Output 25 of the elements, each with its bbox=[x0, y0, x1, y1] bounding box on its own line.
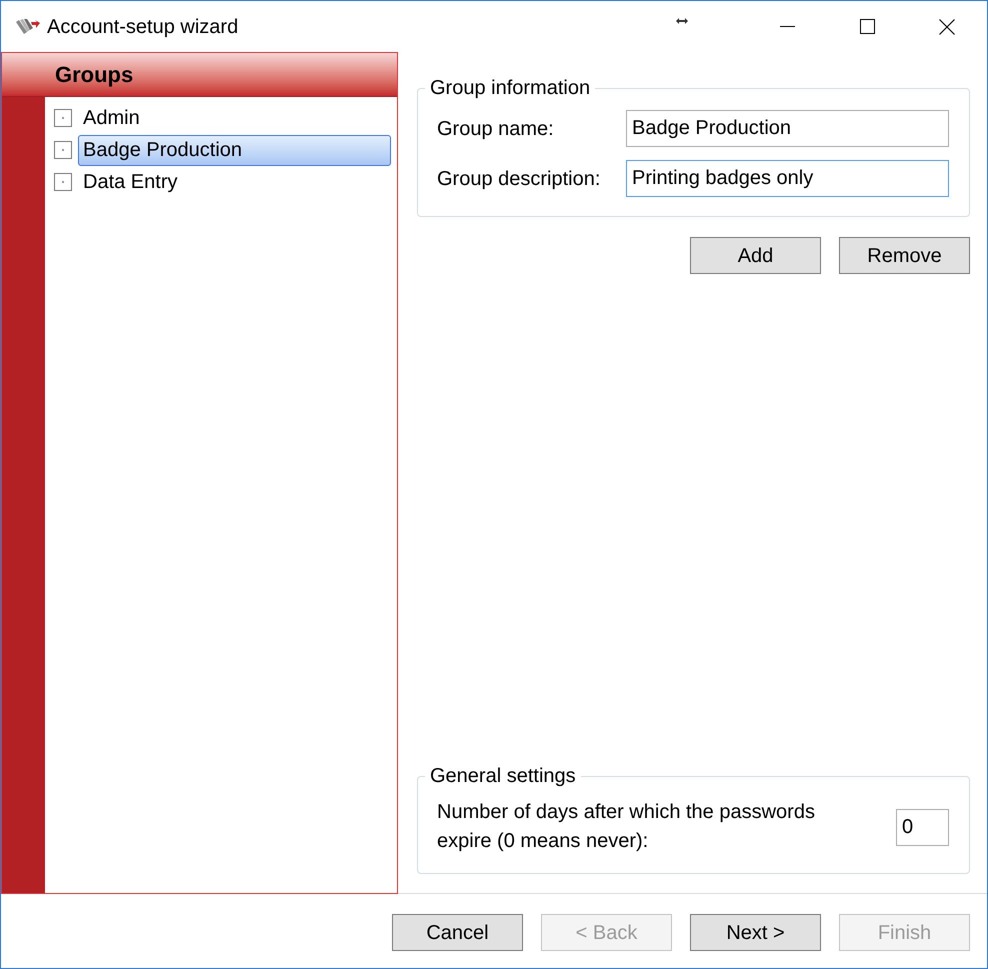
window-title: Account-setup wizard bbox=[47, 16, 238, 36]
general-settings-legend: General settings bbox=[425, 764, 581, 788]
group-action-button[interactable]: Remove bbox=[839, 237, 970, 274]
field-label: Number of days after which the passwords expire (0 means never): bbox=[437, 800, 816, 854]
field-label: Group description: bbox=[437, 168, 602, 188]
wizard-button[interactable]: Next > bbox=[690, 914, 821, 951]
group-list-item[interactable]: Data Entry bbox=[78, 166, 391, 198]
group-list-item[interactable]: Badge Production bbox=[78, 134, 391, 166]
group-information-legend: Group information bbox=[425, 76, 596, 100]
horizontal-arrows-icon bbox=[676, 18, 688, 24]
minimize-icon bbox=[780, 26, 794, 27]
close-icon bbox=[939, 18, 955, 34]
panel-header: Groups bbox=[2, 53, 397, 97]
checkbox[interactable] bbox=[54, 173, 72, 191]
wizard-button[interactable]: Cancel bbox=[392, 914, 523, 951]
checkbox[interactable] bbox=[54, 109, 72, 127]
app-logo-icon bbox=[15, 18, 41, 36]
field-label: Group name: bbox=[437, 118, 555, 138]
maximize-icon bbox=[860, 19, 874, 34]
text-field[interactable]: Badge Production bbox=[626, 110, 949, 147]
text-field[interactable]: 0 bbox=[896, 808, 949, 846]
group-action-button[interactable]: Add bbox=[690, 237, 821, 274]
checkbox[interactable] bbox=[54, 141, 72, 159]
text-field[interactable]: Printing badges only bbox=[626, 160, 949, 197]
group-list-item[interactable]: Admin bbox=[78, 102, 391, 134]
